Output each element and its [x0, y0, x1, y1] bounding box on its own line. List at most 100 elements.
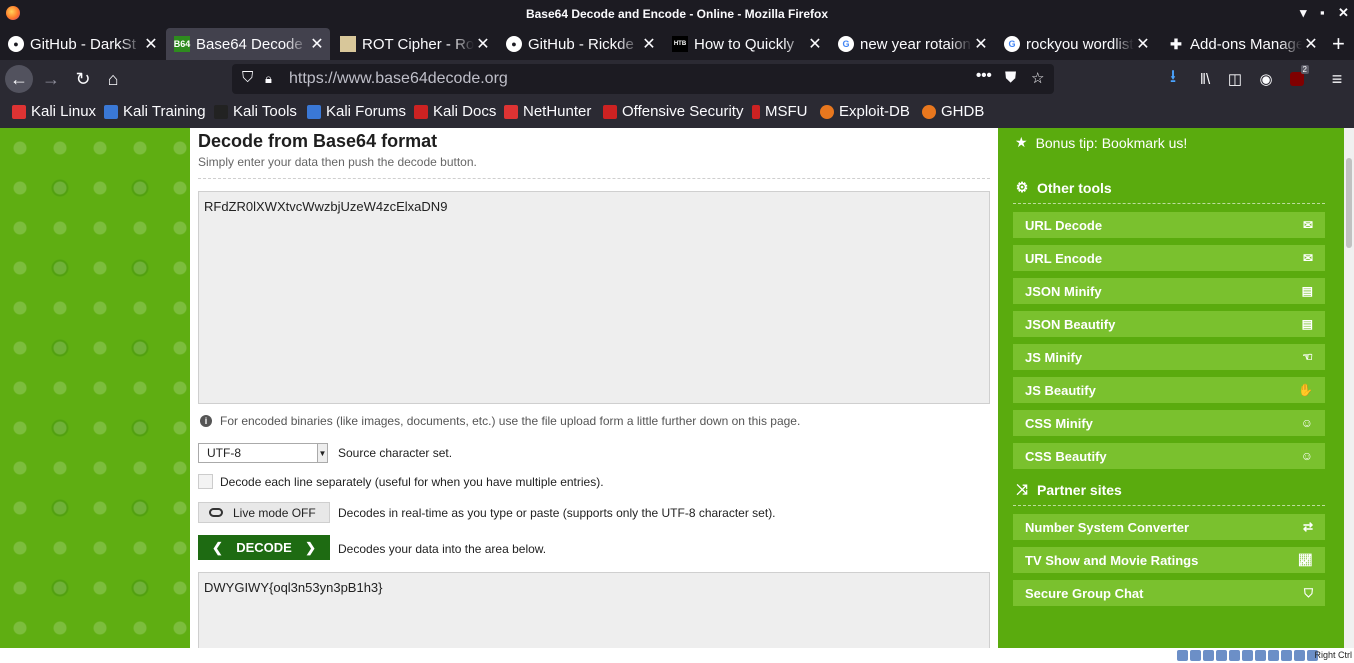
forward-button[interactable]: → — [37, 65, 65, 93]
bookmark-kali-tools[interactable]: Kali Tools — [214, 103, 297, 120]
partner-sites-heading: ⤨ Partner sites — [1015, 481, 1121, 498]
nethunter-icon — [504, 104, 518, 119]
tab-how-to-quickly[interactable]: HTB How to Quickly ✕ — [664, 28, 828, 60]
decode-button[interactable]: ❮ DECODE ❯ — [198, 535, 330, 560]
close-tab-icon[interactable]: ✕ — [308, 34, 326, 54]
bookmark-kali-docs[interactable]: Kali Docs — [414, 103, 496, 120]
tool-label: JSON Minify — [1025, 283, 1102, 299]
google-icon: G — [838, 36, 854, 52]
reload-button[interactable]: ↻ — [69, 65, 97, 93]
url-bar[interactable]: ⛉ 🔒︎ https://www.base64decode.org ••• ⛊ … — [232, 64, 1054, 94]
bookmark-ghdb[interactable]: GHDB — [922, 103, 984, 120]
other-tools-heading: ⚙ Other tools — [1015, 179, 1112, 196]
tab-label: GitHub - Rickde — [528, 35, 634, 53]
usb-icon[interactable] — [1229, 650, 1240, 661]
partner-tv-show-ratings[interactable]: TV Show and Movie Ratings 📈︎ — [1013, 547, 1325, 573]
github-icon: ● — [8, 36, 24, 52]
tool-js-beautify[interactable]: JS Beautify ✋ — [1013, 377, 1325, 403]
cpu-icon[interactable] — [1281, 650, 1292, 661]
bookmark-kali-training[interactable]: Kali Training — [104, 103, 206, 120]
bookmark-offensive-security[interactable]: Offensive Security — [603, 103, 743, 120]
recording-icon[interactable] — [1268, 650, 1279, 661]
scrollbar-thumb[interactable] — [1346, 158, 1352, 248]
tool-js-minify[interactable]: JS Minify ☜ — [1013, 344, 1325, 370]
library-icon[interactable]: ‖\ — [1191, 65, 1219, 93]
url-text[interactable]: https://www.base64decode.org — [289, 70, 508, 88]
decode-separately-label[interactable]: Decode each line separately (useful for … — [220, 475, 604, 489]
page-scrollbar[interactable] — [1344, 128, 1354, 648]
chevron-down-icon: ▼ — [317, 444, 327, 462]
tab-rockyou-wordlist[interactable]: G rockyou wordlist ✕ — [996, 28, 1156, 60]
optical-drive-icon[interactable] — [1190, 650, 1201, 661]
tab-label: Add-ons Manage — [1190, 35, 1302, 53]
close-tab-icon[interactable]: ✕ — [806, 34, 824, 54]
tab-rot-cipher[interactable]: ROT Cipher - Ro ✕ — [332, 28, 496, 60]
bookmark-label: Kali Tools — [233, 103, 297, 120]
close-tab-icon[interactable]: ✕ — [474, 34, 492, 54]
tab-new-year-rotaion[interactable]: G new year rotaion ✕ — [830, 28, 994, 60]
partner-secure-group-chat[interactable]: Secure Group Chat ⛉ — [1013, 580, 1325, 606]
network-icon[interactable] — [1216, 650, 1227, 661]
kali-training-icon — [104, 104, 118, 119]
audio-icon[interactable] — [1203, 650, 1214, 661]
hand-icon: ☜ — [1302, 350, 1313, 364]
minimize-icon[interactable]: ▾ — [1300, 5, 1307, 21]
bookmark-exploit-db[interactable]: Exploit-DB — [820, 103, 910, 120]
bookmark-kali-linux[interactable]: Kali Linux — [12, 103, 96, 120]
gear-icon: ⚙ — [1015, 179, 1029, 195]
tool-css-minify[interactable]: CSS Minify ☺ — [1013, 410, 1325, 436]
bookmark-kali-forums[interactable]: Kali Forums — [307, 103, 406, 120]
tab-label: rockyou wordlist — [1026, 35, 1134, 53]
menu-icon[interactable]: ≡ — [1323, 65, 1351, 93]
navigation-toolbar: ← → ↻ ⌂ ⛉ 🔒︎ https://www.base64decode.or… — [0, 60, 1354, 98]
downloads-icon[interactable]: ⭳ — [1159, 65, 1187, 93]
bookmark-msfu[interactable]: MSFU — [752, 103, 808, 120]
tab-github-darkst[interactable]: ● GitHub - DarkSt ✕ — [0, 28, 164, 60]
smile-icon: ☺ — [1300, 416, 1313, 430]
ublock-icon[interactable]: 2 — [1283, 65, 1311, 93]
tab-add-ons-manager[interactable]: ✚ Add-ons Manage ✕ — [1160, 28, 1324, 60]
lock-icon[interactable]: 🔒︎ — [265, 71, 272, 87]
bookmark-nethunter[interactable]: NetHunter — [504, 103, 591, 120]
close-window-icon[interactable]: ✕ — [1338, 5, 1349, 21]
back-button[interactable]: ← — [5, 65, 33, 93]
kali-docs-icon — [414, 104, 428, 119]
tool-url-decode[interactable]: URL Decode ✉ — [1013, 212, 1325, 238]
tab-base64-decode[interactable]: B64 Base64 Decode ✕ — [166, 28, 330, 60]
bookmark-star-icon[interactable]: ☆ — [1031, 69, 1044, 87]
output-textarea[interactable]: DWYGIWY{oql3n53yn3pB1h3} — [198, 572, 990, 648]
tab-github-rickde[interactable]: ● GitHub - Rickde ✕ — [498, 28, 662, 60]
file-icon: ▤ — [1301, 284, 1313, 298]
input-textarea[interactable]: RFdZR0lXWXtvcWwzbjUzeW4zcElxaDN9 — [198, 191, 990, 404]
account-icon[interactable]: ◉ — [1252, 65, 1280, 93]
tracking-shield-icon[interactable]: ⛉ — [242, 69, 253, 86]
page-subtitle: Simply enter your data then push the dec… — [198, 155, 477, 169]
tool-url-encode[interactable]: URL Encode ✉ — [1013, 245, 1325, 271]
charset-value: UTF-8 — [207, 446, 241, 460]
file-icon: ▤ — [1301, 317, 1313, 331]
maximize-icon[interactable]: ▪ — [1320, 5, 1325, 20]
addon-badge: 2 — [1300, 65, 1309, 74]
hdd-icon[interactable] — [1177, 650, 1188, 661]
close-tab-icon[interactable]: ✕ — [142, 34, 160, 54]
sidebar-icon[interactable]: ◫ — [1221, 65, 1249, 93]
home-button[interactable]: ⌂ — [99, 65, 127, 93]
decode-separately-checkbox[interactable] — [198, 474, 213, 489]
partner-number-system-converter[interactable]: Number System Converter ⇄ — [1013, 514, 1325, 540]
display-icon[interactable] — [1255, 650, 1266, 661]
close-tab-icon[interactable]: ✕ — [1134, 34, 1152, 54]
tool-json-beautify[interactable]: JSON Beautify ▤ — [1013, 311, 1325, 337]
close-tab-icon[interactable]: ✕ — [972, 34, 990, 54]
msfu-icon — [752, 104, 760, 119]
charset-select[interactable]: UTF-8 ▼ — [198, 443, 328, 463]
tool-css-beautify[interactable]: CSS Beautify ☺ — [1013, 443, 1325, 469]
mouse-integration-icon[interactable] — [1294, 650, 1305, 661]
live-mode-toggle[interactable]: Live mode OFF — [198, 502, 330, 523]
pocket-icon[interactable]: ⛊ — [1005, 69, 1016, 86]
new-tab-button[interactable]: + — [1326, 28, 1354, 60]
tool-json-minify[interactable]: JSON Minify ▤ — [1013, 278, 1325, 304]
page-actions-icon[interactable]: ••• — [976, 67, 992, 84]
close-tab-icon[interactable]: ✕ — [1302, 34, 1320, 54]
close-tab-icon[interactable]: ✕ — [640, 34, 658, 54]
shared-folder-icon[interactable] — [1242, 650, 1253, 661]
